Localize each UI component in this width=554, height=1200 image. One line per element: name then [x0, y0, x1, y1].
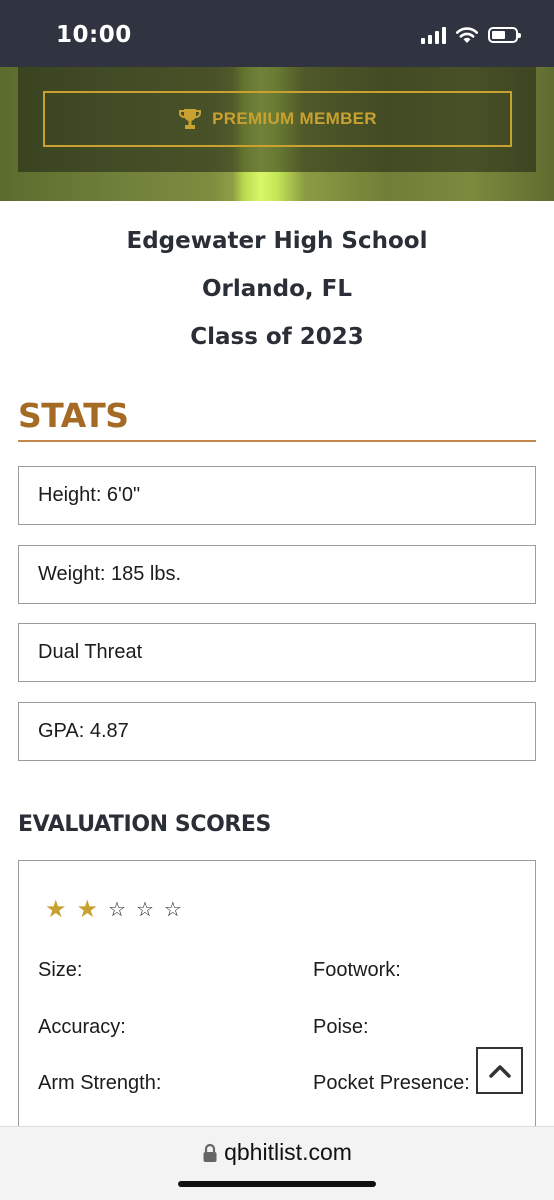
star-rating: ★ ★ ☆ ☆ ☆: [45, 896, 182, 923]
stats-heading: STATS: [18, 396, 129, 435]
lock-icon: [203, 1143, 217, 1162]
eval-label-footwork: Footwork:: [313, 959, 401, 981]
premium-member-label: PREMIUM MEMBER: [212, 109, 377, 128]
profile-info: Edgewater High School Orlando, FL Class …: [0, 222, 554, 366]
school-name: Edgewater High School: [126, 228, 428, 254]
stat-style: Dual Threat: [18, 623, 536, 682]
eval-label-pocket-presence: Pocket Presence:: [313, 1072, 470, 1094]
trophy-icon: [179, 109, 202, 129]
eval-label-poise: Poise:: [313, 1016, 369, 1038]
browser-url-bar[interactable]: qbhitlist.com: [0, 1126, 554, 1200]
url-text: qbhitlist.com: [224, 1139, 352, 1165]
eval-label-accuracy: Accuracy:: [38, 1016, 126, 1038]
stats-divider: [18, 440, 536, 442]
evaluation-heading: EVALUATION SCORES: [18, 812, 271, 837]
star-empty-icon: ☆: [163, 899, 182, 921]
wifi-icon: [455, 27, 479, 43]
star-empty-icon: ☆: [108, 899, 126, 921]
signal-icon: [421, 26, 446, 44]
eval-label-arm-strength: Arm Strength:: [38, 1072, 162, 1094]
url-display[interactable]: qbhitlist.com: [0, 1139, 554, 1166]
star-filled-icon: ★: [45, 896, 67, 923]
battery-icon: [488, 27, 521, 43]
status-bar: 10:00: [0, 0, 554, 67]
eval-label-size: Size:: [38, 959, 83, 981]
star-empty-icon: ☆: [135, 899, 154, 921]
star-filled-icon: ★: [76, 896, 99, 923]
chevron-up-icon: [488, 1064, 511, 1078]
status-icons: [421, 26, 521, 44]
status-time: 10:00: [56, 22, 132, 48]
school-location: Orlando, FL: [201, 276, 353, 302]
home-indicator[interactable]: [178, 1181, 376, 1187]
stat-gpa: GPA: 4.87: [18, 702, 536, 761]
stat-height: Height: 6'0": [18, 466, 536, 525]
stat-weight: Weight: 185 lbs.: [18, 545, 536, 604]
hero-banner: PREMIUM MEMBER: [0, 67, 554, 201]
evaluation-card: ★ ★ ☆ ☆ ☆ Size: Accuracy: Arm Strength: Foot…: [18, 860, 536, 1140]
premium-member-badge: PREMIUM MEMBER: [43, 91, 512, 147]
class-year: Class of 2023: [190, 324, 364, 350]
scroll-to-top-button[interactable]: [476, 1047, 523, 1094]
